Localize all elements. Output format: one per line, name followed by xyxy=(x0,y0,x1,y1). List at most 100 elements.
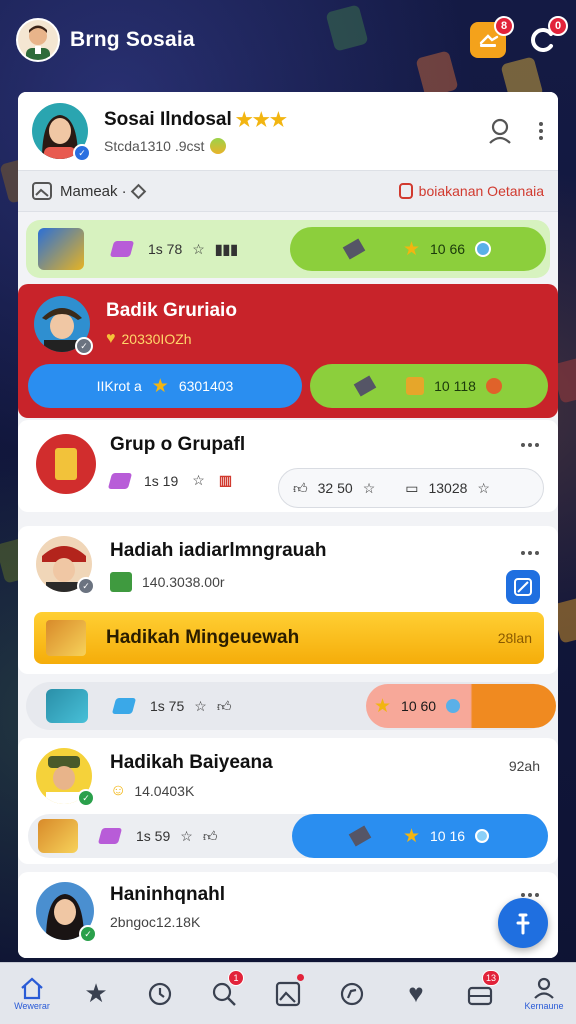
star-icon: ★★★ xyxy=(235,109,287,131)
hadiah-avatar[interactable]: ✓ xyxy=(36,536,95,595)
badge-icon: ✓ xyxy=(77,789,95,807)
more-vertical-icon[interactable] xyxy=(538,121,544,141)
edit-icon xyxy=(516,913,530,935)
timer-icon xyxy=(446,699,461,713)
subbar-label: Mameak · xyxy=(60,182,127,200)
coin-icon xyxy=(210,137,227,154)
star-icon: ★ xyxy=(374,695,392,717)
user-icon[interactable] xyxy=(486,117,514,145)
sub-bar: Mameak · boiakanan Oetanaia xyxy=(18,170,558,212)
reward-pill[interactable]: ★ 10 66 xyxy=(290,227,546,271)
hadiah-card: ✓ Hadiah iadiarlmngrauah 140.3038.00r Ha… xyxy=(18,526,558,674)
app-title: Brng Sosaia xyxy=(70,28,195,51)
hadikah-avatar[interactable]: ✓ xyxy=(36,748,95,807)
nav-home[interactable]: Wewerar xyxy=(6,968,58,1020)
thumbs-up-icon: 👍︎ xyxy=(202,827,218,844)
share-button[interactable] xyxy=(506,570,540,604)
ticket-icon xyxy=(353,375,377,397)
home-icon xyxy=(21,977,43,1000)
star-icon: ★ xyxy=(402,825,420,847)
featured-avatar[interactable]: ✓ xyxy=(34,296,93,355)
count-a: 32 50 xyxy=(317,480,353,496)
reward-value: 10 60 xyxy=(401,698,437,714)
share-icon xyxy=(514,578,532,596)
more-horizontal-icon[interactable] xyxy=(520,550,540,556)
thumbs-up-icon: 👍︎ xyxy=(293,479,308,496)
reward-pill[interactable]: ★ 10 60 xyxy=(366,684,556,728)
featured-button-label: IIKrot a xyxy=(96,378,142,394)
comment-icon: ▭ xyxy=(405,479,419,496)
hadiah-banner[interactable]: Hadikah Mingeuewah 28lan xyxy=(34,612,544,664)
last-avatar[interactable]: ✓ xyxy=(36,882,97,943)
hadikah-card: ✓ Hadikah Baiyeana 92ah ☺ 14.0403K 1s 59… xyxy=(18,738,558,864)
chat-button[interactable]: 0 xyxy=(524,16,568,58)
gift-badge: 8 xyxy=(494,16,514,36)
gift-chest-icon xyxy=(46,620,86,656)
gem-icon xyxy=(111,698,137,714)
more-horizontal-icon[interactable] xyxy=(520,442,540,448)
nav-explore[interactable] xyxy=(326,968,378,1020)
nav-gallery[interactable] xyxy=(262,968,314,1020)
top-bar: Brng Sosaia 8 0 xyxy=(0,0,576,80)
chest-icon xyxy=(38,819,78,853)
compose-button[interactable] xyxy=(498,898,548,948)
star-outline-icon: ☆ xyxy=(194,697,207,714)
warning-text: boiakanan Oetanaia xyxy=(418,183,544,199)
nav-favorites[interactable]: ★ xyxy=(70,968,122,1020)
chat-badge: 0 xyxy=(548,16,568,36)
verified-icon: ✓ xyxy=(73,144,91,162)
bars-icon: ▮▮▮ xyxy=(214,240,238,257)
timer-icon xyxy=(475,241,492,257)
banner-right: 28lan xyxy=(497,630,532,646)
image-icon xyxy=(32,182,52,200)
ticket-icon xyxy=(348,825,372,847)
last-sub: 2bngoc12.18K xyxy=(110,914,201,930)
badge-icon: ✓ xyxy=(79,925,97,943)
gift-button[interactable]: 8 xyxy=(470,16,514,58)
nav-home-label: Wewerar xyxy=(14,1001,50,1011)
compass-icon xyxy=(340,982,364,1005)
featured-button[interactable]: IIKrot a ★ 6301403 xyxy=(28,364,302,408)
nav-activity[interactable] xyxy=(134,968,186,1020)
nav-profile-label: Kernaune xyxy=(524,1001,564,1011)
profile-avatar[interactable]: ✓ xyxy=(32,103,91,162)
reward-value: 10 16 xyxy=(430,828,466,844)
user-icon xyxy=(534,977,554,999)
image-icon xyxy=(275,981,301,1006)
stat-pill: 1s 59 ☆ 👍︎ xyxy=(86,814,231,858)
clock-icon xyxy=(148,982,172,1005)
featured-button-value: 6301403 xyxy=(178,378,234,394)
nav-search[interactable]: 1 xyxy=(198,968,250,1020)
timer-icon xyxy=(475,829,490,843)
reward-value: 10 66 xyxy=(430,241,466,257)
stat-pill: 1s 75 ☆ 👍︎ xyxy=(100,684,245,728)
stat-value: 1s 75 xyxy=(150,698,185,714)
nav-gifts[interactable]: 13 xyxy=(454,968,506,1020)
banner-label: Hadikah Mingeuewah xyxy=(106,627,300,648)
profile-name: Sosai Ilndosal xyxy=(104,109,232,130)
reward-pill[interactable]: ★ 10 16 xyxy=(292,814,548,858)
stat-value: 1s 19 xyxy=(144,472,179,489)
diamond-outline-icon xyxy=(130,183,146,199)
warning-link[interactable]: boiakanan Oetanaia xyxy=(398,183,544,199)
nav-search-badge: 1 xyxy=(228,969,244,986)
cash-icon xyxy=(110,572,132,592)
reward-value: 10 118 xyxy=(434,378,476,394)
gem-icon xyxy=(107,472,133,489)
chart-icon: ▥ xyxy=(218,472,233,488)
nav-gifts-badge: 13 xyxy=(481,969,500,986)
nav-profile[interactable]: Kernaune xyxy=(518,968,570,1020)
star-outline-icon: ☆ xyxy=(180,827,193,844)
engagement-pill[interactable]: 👍︎ 32 50 ☆ ▭ 13028 ☆ xyxy=(278,468,544,508)
nav-likes[interactable]: ♥ xyxy=(390,968,442,1020)
reward-pill[interactable]: 10 118 xyxy=(310,364,548,408)
reward-row: 1s 75 ☆ 👍︎ ★ 10 60 xyxy=(26,682,556,730)
heart-icon: ♥ xyxy=(408,978,424,1008)
reward-row: 1s 78 ☆ ▮▮▮ ★ 10 66 xyxy=(26,220,550,278)
user-avatar[interactable] xyxy=(16,18,60,62)
star-icon: ★ xyxy=(151,375,169,397)
featured-sub: 20330IOZh xyxy=(121,331,192,347)
star-icon: ★ xyxy=(84,978,108,1008)
chest-icon xyxy=(46,689,88,723)
fruit-icon xyxy=(485,378,502,394)
